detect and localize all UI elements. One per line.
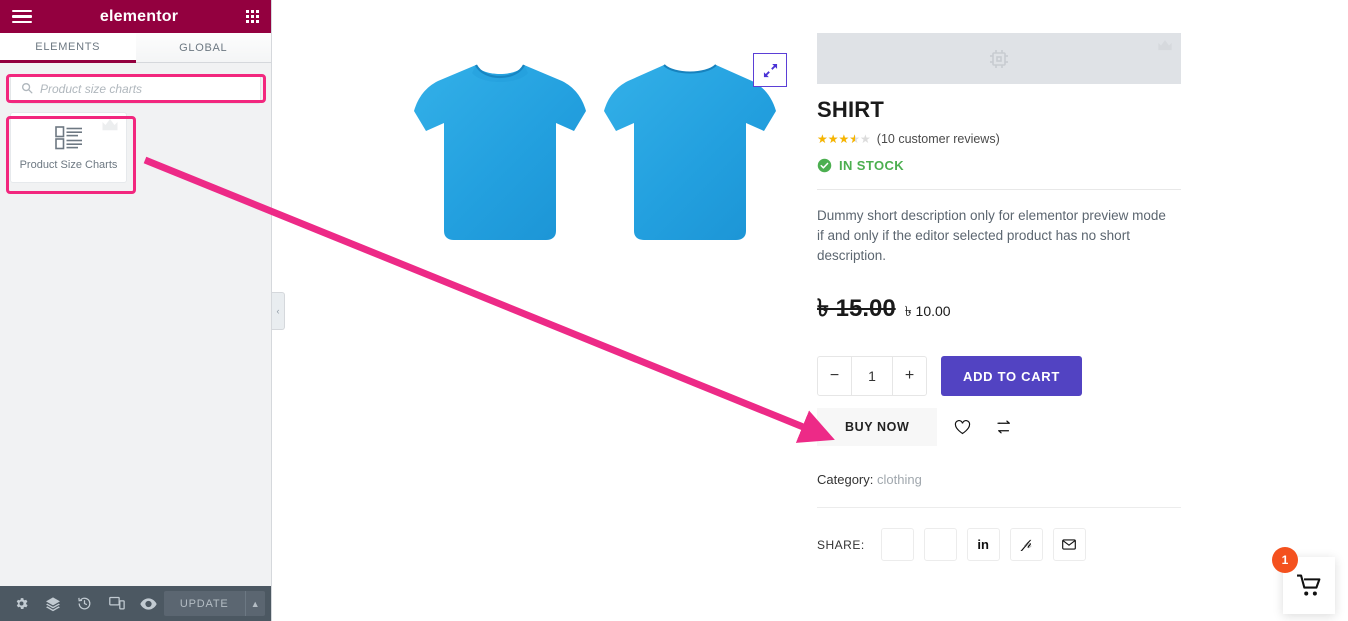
list-table-icon bbox=[54, 125, 83, 151]
quantity-decrease-button[interactable]: − bbox=[818, 357, 851, 395]
panel-tabs: ELEMENTS GLOBAL bbox=[0, 33, 271, 63]
chip-image-placeholder-icon bbox=[990, 49, 1008, 68]
image-placeholder-banner bbox=[817, 33, 1181, 84]
product-title: SHIRT bbox=[817, 97, 884, 122]
quantity-increase-button[interactable]: + bbox=[893, 357, 926, 395]
share-row: SHARE: in 𝓅 bbox=[817, 507, 1181, 561]
responsive-icon[interactable] bbox=[101, 586, 133, 621]
widget-product-size-charts[interactable]: Product Size Charts bbox=[10, 112, 127, 183]
compare-button[interactable] bbox=[987, 410, 1021, 444]
product-rating: ★★★★★ ★★★★★ (10 customer reviews) bbox=[817, 132, 1181, 146]
search-icon bbox=[21, 82, 33, 96]
compare-arrows-icon bbox=[997, 419, 1011, 433]
wishlist-button[interactable] bbox=[945, 410, 979, 444]
pinterest-icon: 𝓅 bbox=[1021, 536, 1032, 552]
price-sale: ৳ 10.00 bbox=[904, 303, 951, 319]
linkedin-icon: in bbox=[977, 537, 989, 552]
grid-apps-icon[interactable] bbox=[246, 10, 259, 23]
layers-icon[interactable] bbox=[38, 586, 70, 621]
eye-icon[interactable] bbox=[132, 586, 164, 621]
widget-grid: Product Size Charts bbox=[8, 112, 263, 183]
pro-crown-icon bbox=[101, 118, 119, 137]
email-icon bbox=[1062, 539, 1077, 550]
expand-arrows-icon bbox=[763, 63, 777, 77]
price-original: ৳ 15.00 bbox=[817, 295, 896, 322]
cart-controls: − 1 + ADD TO CART bbox=[817, 356, 1181, 396]
cart-count-badge: 1 bbox=[1272, 547, 1298, 573]
product-summary: SHIRT ★★★★★ ★★★★★ (10 customer reviews) … bbox=[817, 33, 1181, 561]
update-caret-icon[interactable]: ▲ bbox=[244, 591, 265, 616]
star-rating[interactable]: ★★★★★ ★★★★★ bbox=[817, 133, 871, 145]
share-email-button[interactable] bbox=[1052, 528, 1086, 561]
gear-icon[interactable] bbox=[6, 586, 38, 621]
tab-global[interactable]: GLOBAL bbox=[135, 33, 271, 63]
buy-now-button[interactable]: BUY NOW bbox=[817, 408, 938, 446]
share-twitter-button[interactable] bbox=[923, 528, 957, 561]
quantity-stepper[interactable]: − 1 + bbox=[817, 356, 927, 396]
add-to-cart-button[interactable]: ADD TO CART bbox=[941, 356, 1083, 396]
update-button[interactable]: UPDATE bbox=[163, 591, 245, 616]
price-block: ৳ 15.00 ৳ 10.00 bbox=[817, 290, 1181, 330]
stock-label: IN STOCK bbox=[839, 158, 905, 173]
heart-icon bbox=[954, 419, 970, 434]
share-label: SHARE: bbox=[817, 537, 865, 552]
pro-crown-icon bbox=[1158, 40, 1172, 51]
panel-body: Product Size Charts bbox=[0, 63, 271, 586]
search-input[interactable] bbox=[40, 82, 250, 96]
category-label: Category: bbox=[817, 472, 874, 487]
summary-divider-1 bbox=[817, 189, 1181, 190]
elementor-panel: elementor ELEMENTS GLOBAL Product size c… bbox=[0, 0, 272, 621]
history-icon[interactable] bbox=[69, 586, 101, 621]
shirt-front-image[interactable] bbox=[410, 55, 590, 245]
share-pinterest-button[interactable]: 𝓅 bbox=[1009, 528, 1043, 561]
buy-now-row: BUY NOW bbox=[817, 408, 1181, 446]
elementor-logo: elementor bbox=[99, 7, 179, 25]
tab-elements[interactable]: ELEMENTS bbox=[0, 33, 136, 63]
screen-root: elementor ELEMENTS GLOBAL Product size c… bbox=[0, 0, 1348, 621]
stars-filled: ★★★★★ bbox=[817, 133, 855, 145]
widget-label: Product Size Charts bbox=[19, 158, 118, 171]
preview-canvas: SHIRT ★★★★★ ★★★★★ (10 customer reviews) … bbox=[310, 0, 1348, 621]
product-gallery[interactable] bbox=[345, 0, 815, 330]
search-box[interactable] bbox=[10, 74, 261, 104]
widget-search-wrap bbox=[10, 74, 261, 104]
share-facebook-button[interactable] bbox=[880, 528, 914, 561]
panel-header: elementor bbox=[0, 0, 271, 33]
stock-status: IN STOCK bbox=[817, 158, 1181, 173]
hamburger-icon[interactable] bbox=[12, 9, 32, 24]
quantity-value[interactable]: 1 bbox=[851, 357, 893, 395]
panel-collapse-handle[interactable]: ‹ bbox=[272, 292, 285, 330]
product-category: Category: clothing bbox=[817, 472, 1181, 487]
panel-footer: UPDATE ▲ bbox=[0, 586, 271, 621]
shopping-cart-icon bbox=[1296, 574, 1320, 596]
category-value-link[interactable]: clothing bbox=[877, 472, 922, 487]
check-circle-icon bbox=[817, 158, 832, 173]
image-zoom-button[interactable] bbox=[753, 53, 787, 87]
short-description: Dummy short description only for element… bbox=[817, 208, 1166, 263]
reviews-count-link[interactable]: (10 customer reviews) bbox=[877, 132, 1000, 146]
share-linkedin-button[interactable]: in bbox=[966, 528, 1000, 561]
